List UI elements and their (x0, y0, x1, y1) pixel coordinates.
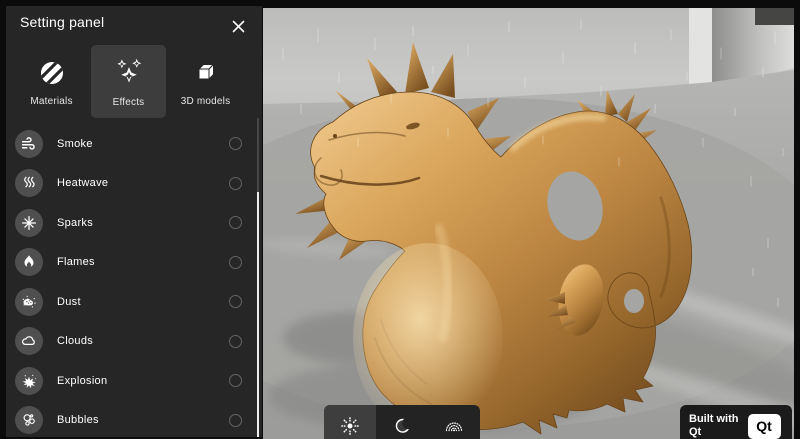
effect-row-heatwave[interactable]: Heatwave (6, 164, 262, 204)
striped-ball-icon (36, 57, 68, 89)
effect-label: Flames (57, 256, 95, 268)
effect-row-bubbles[interactable]: Bubbles (6, 401, 262, 438)
effect-row-clouds[interactable]: Clouds (6, 322, 262, 362)
day-mode-button[interactable] (324, 405, 376, 439)
clouds-icon (15, 327, 43, 355)
badge-line1: Built with (689, 413, 739, 426)
radio-button[interactable] (229, 256, 242, 269)
tab-effects[interactable]: Effects (91, 45, 166, 118)
tab-materials[interactable]: Materials (14, 45, 89, 118)
effects-list: Smoke Heatwave (6, 124, 262, 437)
built-with-qt-badge[interactable]: Built with Qt Qt (680, 405, 792, 439)
tab-bar: Materials Effects (6, 45, 262, 118)
close-button[interactable] (226, 14, 250, 38)
effect-row-dust[interactable]: Dust (6, 282, 262, 322)
night-mode-button[interactable] (376, 405, 428, 439)
effect-row-flames[interactable]: Flames (6, 243, 262, 283)
door-opening (755, 8, 794, 25)
effect-row-smoke[interactable]: Smoke (6, 124, 262, 164)
dust-icon (15, 288, 43, 316)
tail-curl-gap (624, 289, 644, 313)
qt-logo: Qt (748, 414, 781, 439)
tab-label: Effects (113, 97, 145, 108)
radio-button[interactable] (229, 414, 242, 427)
tab-3d-models[interactable]: 3D models (168, 45, 243, 118)
close-icon (231, 19, 246, 34)
app-window: Setting panel (0, 0, 800, 439)
sparks-icon (15, 209, 43, 237)
badge-text: Built with Qt (689, 413, 739, 439)
tab-label: Materials (30, 96, 72, 107)
effect-row-sparks[interactable]: Sparks (6, 203, 262, 243)
smoke-icon (15, 130, 43, 158)
effect-label: Dust (57, 296, 81, 308)
effect-label: Clouds (57, 335, 93, 347)
radio-button[interactable] (229, 177, 242, 190)
badge-line2: Qt (689, 426, 739, 439)
flames-icon (15, 248, 43, 276)
radio-button[interactable] (229, 374, 242, 387)
radio-button[interactable] (229, 335, 242, 348)
tab-label: 3D models (181, 96, 231, 107)
scrollbar-thumb[interactable] (257, 192, 260, 437)
sun-icon (339, 415, 361, 437)
effect-row-explosion[interactable]: Explosion (6, 361, 262, 401)
radio-button[interactable] (229, 216, 242, 229)
bubbles-icon (15, 406, 43, 434)
3d-viewport[interactable]: Built with Qt Qt (263, 8, 794, 439)
cube-icon (190, 57, 222, 89)
dragon-nostril (333, 134, 337, 138)
environment-toolbar (324, 405, 480, 439)
rain-mode-button[interactable] (428, 405, 480, 439)
effect-label: Bubbles (57, 414, 99, 426)
radio-button[interactable] (229, 137, 242, 150)
panel-title: Setting panel (20, 13, 110, 32)
radio-button[interactable] (229, 295, 242, 308)
heatwave-icon (15, 169, 43, 197)
effect-label: Smoke (57, 138, 93, 150)
moon-icon (392, 416, 412, 436)
render-scene (263, 8, 794, 439)
rain-icon (443, 415, 465, 437)
effect-label: Heatwave (57, 177, 108, 189)
effect-label: Sparks (57, 217, 93, 229)
effect-label: Explosion (57, 375, 107, 387)
explosion-icon (15, 367, 43, 395)
sparkles-icon (110, 56, 148, 90)
setting-panel: Setting panel (6, 6, 262, 437)
